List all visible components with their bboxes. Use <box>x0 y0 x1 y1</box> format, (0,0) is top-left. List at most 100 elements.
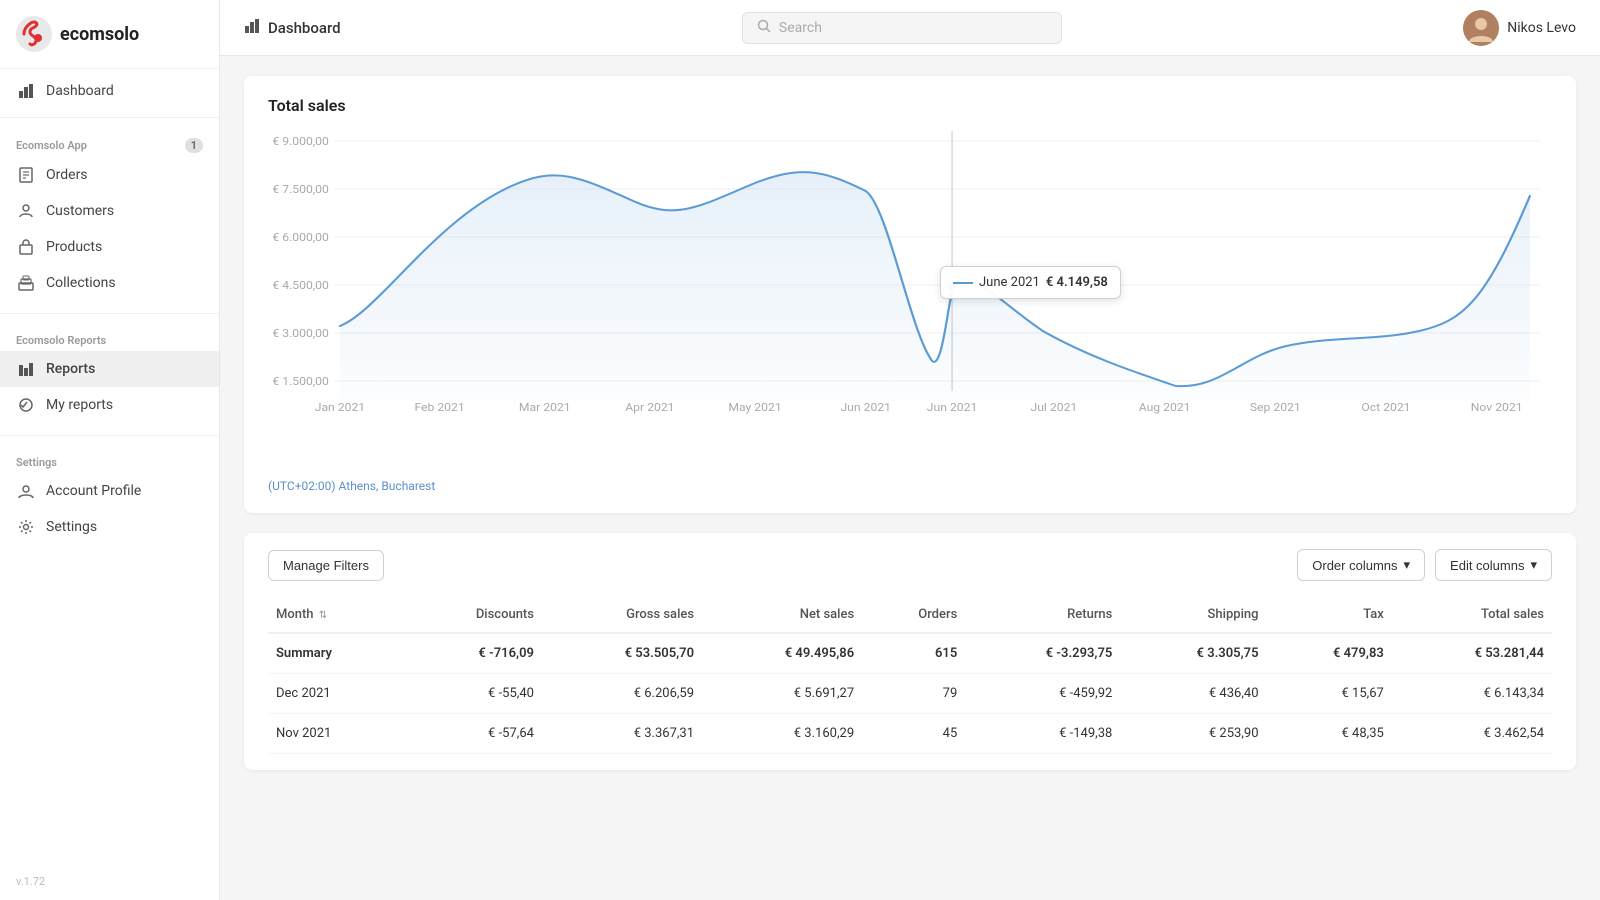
collections-icon <box>16 273 36 293</box>
content-area: Total sales € 9.000,00 € 7.500,00 € 6.00… <box>220 56 1600 900</box>
dashboard-label: Dashboard <box>46 83 114 99</box>
cell-6: € 3.305,75 <box>1120 633 1266 674</box>
sidebar-item-settings[interactable]: Settings <box>0 509 219 545</box>
logo-icon <box>16 16 52 52</box>
chart-title: Total sales <box>268 96 1552 115</box>
myreports-label: My reports <box>46 397 113 413</box>
cell-2: € 6.206,59 <box>542 674 702 714</box>
cell-2: € 53.505,70 <box>542 633 702 674</box>
svg-text:Mar 2021: Mar 2021 <box>519 401 571 414</box>
svg-text:Jul 2021: Jul 2021 <box>1031 401 1078 414</box>
cell-8: € 6.143,34 <box>1392 674 1552 714</box>
svg-text:Aug 2021: Aug 2021 <box>1139 401 1191 414</box>
section-app-label: Ecomsolo App 1 <box>0 130 219 157</box>
cell-4: 79 <box>862 674 965 714</box>
sidebar-item-reports[interactable]: Reports <box>0 351 219 387</box>
sales-table: Month ⇅ Discounts Gross sales Net sales … <box>268 597 1552 754</box>
sidebar-section-app: Ecomsolo App 1 Orders Customers Products <box>0 122 219 309</box>
cell-4: 615 <box>862 633 965 674</box>
version-label: v.1.72 <box>0 863 219 900</box>
toolbar-right: Order columns ▾ Edit columns ▾ <box>1297 549 1552 581</box>
topbar-user[interactable]: Nikos Levo <box>1463 10 1576 46</box>
products-icon <box>16 237 36 257</box>
edit-columns-button[interactable]: Edit columns ▾ <box>1435 549 1552 581</box>
account-icon <box>16 481 36 501</box>
search-bar[interactable]: Search <box>742 12 1062 44</box>
cell-7: € 15,67 <box>1267 674 1392 714</box>
cell-2: € 3.367,31 <box>542 714 702 754</box>
sidebar-item-myreports[interactable]: My reports <box>0 387 219 423</box>
cell-7: € 48,35 <box>1267 714 1392 754</box>
col-shipping: Shipping <box>1120 597 1266 633</box>
col-discounts: Discounts <box>403 597 542 633</box>
account-label: Account Profile <box>46 483 141 499</box>
svg-text:Sep 2021: Sep 2021 <box>1250 401 1301 414</box>
table-card: Manage Filters Order columns ▾ Edit colu… <box>244 533 1576 770</box>
cell-1: € -716,09 <box>403 633 542 674</box>
logo: ecomsolo <box>0 0 219 69</box>
sidebar-item-collections[interactable]: Collections <box>0 265 219 301</box>
svg-text:Nov 2021: Nov 2021 <box>1471 401 1523 414</box>
table-header-row: Month ⇅ Discounts Gross sales Net sales … <box>268 597 1552 633</box>
total-sales-chart: € 9.000,00 € 7.500,00 € 6.000,00 € 4.500… <box>268 131 1552 431</box>
cell-3: € 5.691,27 <box>702 674 862 714</box>
sidebar-item-customers[interactable]: Customers <box>0 193 219 229</box>
table-row: Nov 2021€ -57,64€ 3.367,31€ 3.160,2945€ … <box>268 714 1552 754</box>
topbar-dashboard-icon <box>244 18 260 38</box>
svg-text:€ 1.500,00: € 1.500,00 <box>272 375 328 388</box>
chevron-down-icon: ▾ <box>1404 557 1411 573</box>
myreports-icon <box>16 395 36 415</box>
manage-filters-button[interactable]: Manage Filters <box>268 550 384 581</box>
orders-label: Orders <box>46 167 88 183</box>
col-gross: Gross sales <box>542 597 702 633</box>
settings-icon <box>16 517 36 537</box>
col-orders: Orders <box>862 597 965 633</box>
sidebar-section-reports: Ecomsolo Reports Reports My reports <box>0 318 219 431</box>
col-total: Total sales <box>1392 597 1552 633</box>
svg-text:€ 7.500,00: € 7.500,00 <box>272 183 328 196</box>
orders-icon <box>16 165 36 185</box>
table-toolbar: Manage Filters Order columns ▾ Edit colu… <box>268 549 1552 581</box>
table-row: Summary€ -716,09€ 53.505,70€ 49.495,8661… <box>268 633 1552 674</box>
svg-text:Apr 2021: Apr 2021 <box>625 401 674 414</box>
sidebar-divider-2 <box>0 313 219 314</box>
search-icon <box>757 19 771 37</box>
topbar: Dashboard Search Nikos Levo <box>220 0 1600 56</box>
reports-icon <box>16 359 36 379</box>
col-tax: Tax <box>1267 597 1392 633</box>
cell-6: € 253,90 <box>1120 714 1266 754</box>
order-columns-button[interactable]: Order columns ▾ <box>1297 549 1425 581</box>
svg-text:€ 6.000,00: € 6.000,00 <box>272 231 328 244</box>
user-name: Nikos Levo <box>1507 20 1576 36</box>
settings-label: Settings <box>46 519 97 535</box>
section-reports-label: Ecomsolo Reports <box>0 326 219 351</box>
chart-card: Total sales € 9.000,00 € 7.500,00 € 6.00… <box>244 76 1576 513</box>
svg-text:€ 4.500,00: € 4.500,00 <box>272 279 328 292</box>
sidebar-item-orders[interactable]: Orders <box>0 157 219 193</box>
cell-8: € 3.462,54 <box>1392 714 1552 754</box>
sidebar: ecomsolo Dashboard Ecomsolo App 1 Orders… <box>0 0 220 900</box>
svg-text:Oct 2021: Oct 2021 <box>1361 401 1410 414</box>
search-placeholder: Search <box>779 20 822 36</box>
collections-label: Collections <box>46 275 116 291</box>
reports-label: Reports <box>46 361 95 377</box>
dashboard-icon <box>16 81 36 101</box>
svg-text:€ 3.000,00: € 3.000,00 <box>272 327 328 340</box>
products-label: Products <box>46 239 102 255</box>
col-month[interactable]: Month ⇅ <box>268 597 403 633</box>
user-avatar <box>1463 10 1499 46</box>
sidebar-divider-3 <box>0 435 219 436</box>
chart-timezone: (UTC+02:00) Athens, Bucharest <box>268 479 1552 493</box>
cell-5: € -3.293,75 <box>965 633 1120 674</box>
customers-icon <box>16 201 36 221</box>
cell-5: € -149,38 <box>965 714 1120 754</box>
cell-0: Nov 2021 <box>268 714 403 754</box>
sidebar-item-products[interactable]: Products <box>0 229 219 265</box>
cell-8: € 53.281,44 <box>1392 633 1552 674</box>
topbar-title: Dashboard <box>244 18 341 38</box>
sidebar-divider-1 <box>0 117 219 118</box>
sidebar-item-account[interactable]: Account Profile <box>0 473 219 509</box>
sidebar-item-dashboard[interactable]: Dashboard <box>0 73 219 109</box>
table-row: Dec 2021€ -55,40€ 6.206,59€ 5.691,2779€ … <box>268 674 1552 714</box>
sidebar-section-settings: Settings Account Profile Settings <box>0 440 219 553</box>
